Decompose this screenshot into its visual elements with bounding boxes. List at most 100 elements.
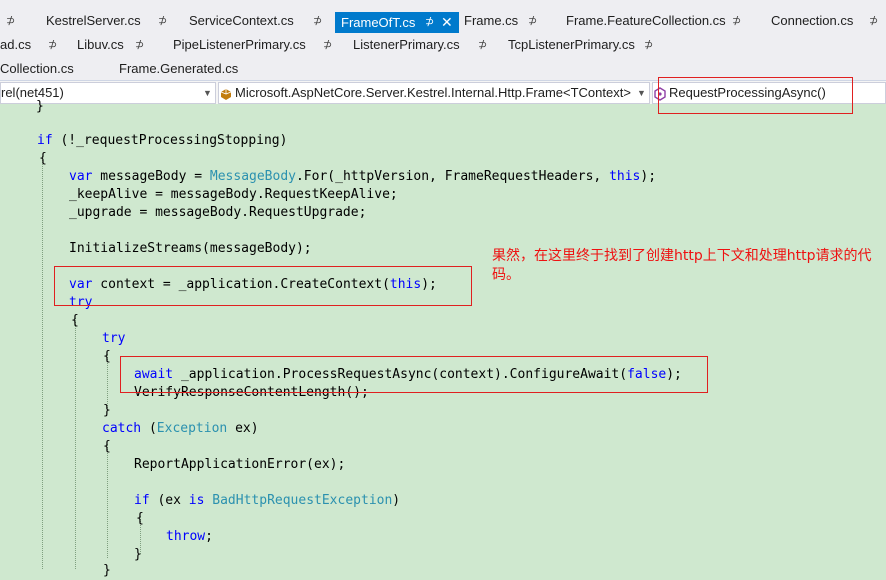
tab-ad[interactable]: ad.cs ⊅ (0, 33, 57, 57)
code-line: InitializeStreams(messageBody); (69, 240, 312, 258)
pin-icon[interactable]: ⊅ (478, 33, 487, 57)
tab-label: Collection.cs (0, 61, 74, 76)
code-line: if (ex is BadHttpRequestException) (134, 492, 400, 510)
keyword: catch (102, 421, 142, 436)
code-text: ( (141, 421, 157, 436)
tab-label: Frame.cs (464, 13, 519, 28)
code-line: ReportApplicationError(ex); (134, 456, 345, 474)
highlight-box-create-context (54, 266, 472, 306)
tab-frame-generated[interactable]: Frame.Generated.cs (119, 57, 249, 80)
pin-icon[interactable]: ⊅ (6, 9, 15, 33)
code-line: } (36, 98, 44, 116)
code-text: { (103, 349, 111, 364)
tab-label: Frame.Generated.cs (119, 61, 239, 76)
chevron-down-icon[interactable]: ▼ (203, 83, 212, 103)
code-line: catch (Exception ex) (102, 420, 259, 438)
indent-guide (107, 444, 108, 558)
code-text: messageBody = (92, 169, 210, 184)
keyword: this (609, 169, 641, 184)
tab-pipelistenerprimary[interactable]: PipeListenerPrimary.cs ⊅ (173, 33, 333, 57)
tab-label: Frame.FeatureCollection.cs (566, 13, 726, 28)
code-line: { (103, 438, 111, 456)
tab-frame[interactable]: Frame.cs ⊅ (464, 9, 544, 33)
annotation-note: 果然，在这里终于找到了创建http上下文和处理http请求的代码。 (492, 248, 872, 283)
code-text: } (36, 99, 44, 114)
code-line: _keepAlive = messageBody.RequestKeepAliv… (69, 186, 398, 204)
pin-icon[interactable]: ⊅ (425, 12, 434, 33)
code-text: ex) (227, 421, 259, 436)
code-text: { (39, 151, 47, 166)
document-tab-strip: ⊅ KestrelServer.cs ⊅ ServiceContext.cs ⊅… (0, 0, 886, 80)
tab-label: FrameOfT.cs (341, 15, 416, 30)
code-text: (ex (149, 493, 189, 508)
code-line: } (134, 546, 142, 564)
tab-kestrelserver[interactable]: KestrelServer.cs ⊅ (46, 9, 167, 33)
tab-label: Connection.cs (771, 13, 854, 28)
code-text: } (103, 403, 111, 418)
code-text: { (136, 511, 144, 526)
pin-icon[interactable]: ⊅ (732, 9, 741, 33)
keyword: throw (166, 529, 206, 544)
pin-icon[interactable]: ⊅ (158, 9, 167, 33)
tab-libuv[interactable]: Libuv.cs ⊅ (77, 33, 157, 57)
code-line: } (103, 402, 111, 420)
tab-label: KestrelServer.cs (46, 13, 141, 28)
code-text: ) (392, 493, 401, 508)
tab-label: ListenerPrimary.cs (353, 37, 460, 52)
tab-label: PipeListenerPrimary.cs (173, 37, 306, 52)
tab-label: Libuv.cs (77, 37, 124, 52)
project-name: rel(net451) (1, 85, 64, 100)
pin-icon[interactable]: ⊅ (528, 9, 537, 33)
project-dropdown[interactable]: rel(net451) ▼ (0, 82, 216, 104)
code-line: { (103, 348, 111, 366)
type-name: BadHttpRequestException (212, 493, 393, 508)
code-text: } (103, 563, 111, 578)
tab-label: TcpListenerPrimary.cs (508, 37, 635, 52)
type-name: MessageBody (209, 169, 296, 184)
tab-label: ad.cs (0, 37, 32, 52)
code-line: } (103, 562, 111, 580)
code-text: InitializeStreams(messageBody); (69, 241, 312, 256)
pin-icon[interactable]: ⊅ (869, 9, 878, 33)
close-icon[interactable]: ✕ (441, 12, 453, 33)
tab-frameoft-active[interactable]: FrameOfT.cs ⊅ ✕ (335, 12, 459, 33)
tab-listenerprimary[interactable]: ListenerPrimary.cs ⊅ (353, 33, 493, 57)
chevron-down-icon[interactable]: ▼ (637, 83, 646, 103)
pin-icon[interactable]: ⊅ (323, 33, 332, 57)
code-line: throw; (166, 528, 213, 546)
code-text: } (134, 547, 142, 562)
code-text: (!_requestProcessingStopping) (52, 133, 288, 148)
highlight-box-process-request (120, 356, 708, 393)
code-editor[interactable]: } if (!_requestProcessingStopping) { var… (0, 99, 886, 578)
code-line: _upgrade = messageBody.RequestUpgrade; (69, 204, 366, 222)
code-text: _keepAlive = messageBody.RequestKeepAliv… (69, 187, 398, 202)
keyword: var (69, 169, 93, 184)
code-text: ; (205, 529, 213, 544)
code-text: .For(_httpVersion, FrameRequestHeaders, (295, 169, 610, 184)
type-name: Microsoft.AspNetCore.Server.Kestrel.Inte… (235, 85, 631, 100)
keyword: if (134, 493, 150, 508)
code-text: _upgrade = messageBody.RequestUpgrade; (69, 205, 367, 220)
code-text: ReportApplicationError(ex); (134, 457, 346, 472)
code-text: { (103, 439, 111, 454)
pin-icon[interactable]: ⊅ (313, 9, 322, 33)
tab-frame-featurecollection[interactable]: Frame.FeatureCollection.cs ⊅ (566, 9, 746, 33)
pin-icon[interactable]: ⊅ (644, 33, 653, 57)
code-line: if (!_requestProcessingStopping) (37, 132, 287, 150)
type-dropdown[interactable]: Microsoft.AspNetCore.Server.Kestrel.Inte… (218, 82, 650, 104)
code-line: var messageBody = MessageBody.For(_httpV… (69, 168, 656, 186)
highlight-box-member (658, 77, 853, 114)
pin-icon[interactable]: ⊅ (48, 33, 57, 57)
pin-icon[interactable]: ⊅ (135, 33, 144, 57)
code-line: { (71, 312, 79, 330)
tab-servicecontext[interactable]: ServiceContext.cs ⊅ (189, 9, 325, 33)
tab-collection[interactable]: Collection.cs (0, 57, 100, 80)
keyword: try (102, 331, 126, 346)
type-name: Exception (156, 421, 228, 436)
indent-guide (75, 318, 76, 569)
class-icon (219, 87, 233, 101)
indent-guide (42, 156, 43, 569)
tab-connection[interactable]: Connection.cs ⊅ (771, 9, 886, 33)
tab-tcplistenerprimary[interactable]: TcpListenerPrimary.cs ⊅ (508, 33, 658, 57)
keyword: is (188, 493, 205, 508)
